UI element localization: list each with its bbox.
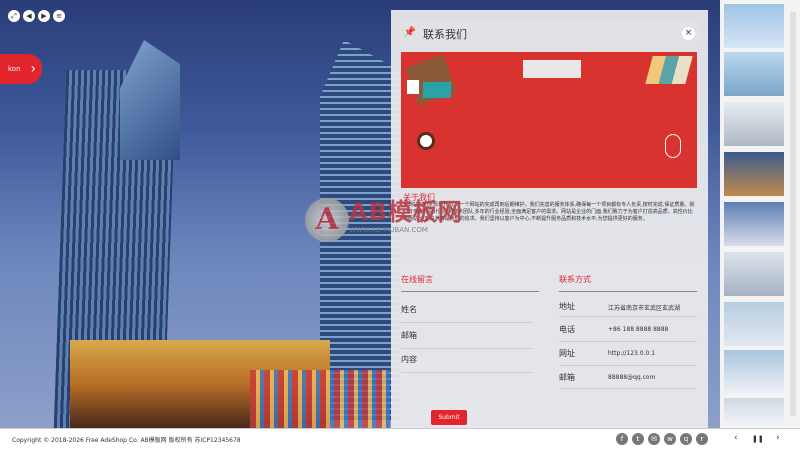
contact-row-divider [559,365,697,366]
watermark-logo-icon: A [305,198,349,242]
pin-icon: 📌 [403,27,417,38]
phone-label: 电话 [559,325,575,334]
thumbnail-strip [720,0,800,428]
panel-banner-image [401,52,697,188]
thumbnail-scrollbar[interactable] [790,12,796,416]
name-label: 姓名 [401,305,417,314]
next-icon[interactable]: ▶ [38,10,50,22]
website-label: 网址 [559,349,575,358]
social-icons: f t ✉ w q r [616,433,708,445]
content-input[interactable] [401,372,533,373]
email-label: 邮箱 [401,331,417,340]
contact-row-divider [559,388,697,389]
address-value: 江苏省南京市玄武区玄武湖 [608,305,681,312]
side-menu-label: kon [8,65,21,73]
prev-slide-button[interactable]: ‹ [734,433,738,443]
footer-bar: Copyright © 2018-2026 Free AdeShop Co. A… [0,428,800,451]
thumbnail-columns[interactable] [724,252,784,296]
skyscraper-top [120,40,180,160]
watermark-url: WWW.AB-MUBAN.COM [349,226,428,234]
fullscreen-icon[interactable]: ⤢ [8,10,20,22]
thumbnail-arch[interactable] [724,350,784,394]
banner-keyboard [523,60,581,78]
address-label: 地址 [559,302,575,311]
banner-card [423,82,451,98]
twitter-icon[interactable]: t [632,433,644,445]
content-label: 内容 [401,355,417,364]
mail-icon[interactable]: ✉ [648,433,660,445]
contact-row-divider [559,316,697,317]
thumbnail-city[interactable] [724,152,784,196]
qq-icon[interactable]: q [680,433,692,445]
phone-value: +86 188 8888 8888 [608,326,669,333]
rss-icon[interactable]: r [696,433,708,445]
facebook-icon[interactable]: f [616,433,628,445]
contact-row-divider [559,341,697,342]
thumbnail-tower[interactable] [724,398,784,426]
weibo-icon[interactable]: w [664,433,676,445]
panel-title-bar: 📌 联系我们 × [399,22,699,46]
copyright-text: Copyright © 2018-2026 Free AdeShop Co. A… [12,437,241,444]
top-controls: ⤢ ◀ ▶ ≡ [8,10,65,22]
email-contact-label: 邮箱 [559,373,575,382]
pause-button[interactable]: ❚❚ [752,435,764,443]
banner-calendar [407,80,419,94]
thumbnail-bridge[interactable] [724,4,784,48]
next-slide-button[interactable]: › [776,433,780,443]
thumbnail-building[interactable] [724,102,784,146]
mall-lights [250,370,390,428]
thumbnail-skyline[interactable] [724,302,784,346]
menu-icon[interactable]: ≡ [53,10,65,22]
thumbnail-dome[interactable] [724,202,784,246]
banner-mouse [665,134,681,158]
prev-icon[interactable]: ◀ [23,10,35,22]
close-button[interactable]: × [682,27,695,40]
watermark: A AB模板网 WWW.AB-MUBAN.COM [305,190,505,250]
form-divider [401,291,539,292]
contact-divider [559,291,697,292]
banner-coffee [417,132,435,150]
name-input[interactable] [401,322,533,323]
side-menu-button[interactable]: kon › [0,54,42,84]
website-value[interactable]: http://123.0.0.1 [608,350,655,357]
submit-button[interactable]: Submit [431,410,467,425]
email-contact-value[interactable]: 88888@qq.com [608,374,655,381]
thumbnail-sky[interactable] [724,52,784,96]
watermark-brand: AB模板网 [349,198,463,226]
form-heading: 在线留言 [401,275,433,284]
email-input[interactable] [401,348,533,349]
banner-books [645,56,693,84]
chevron-right-icon: › [30,61,37,77]
panel-title: 联系我们 [423,28,467,41]
contact-heading: 联系方式 [559,275,591,284]
